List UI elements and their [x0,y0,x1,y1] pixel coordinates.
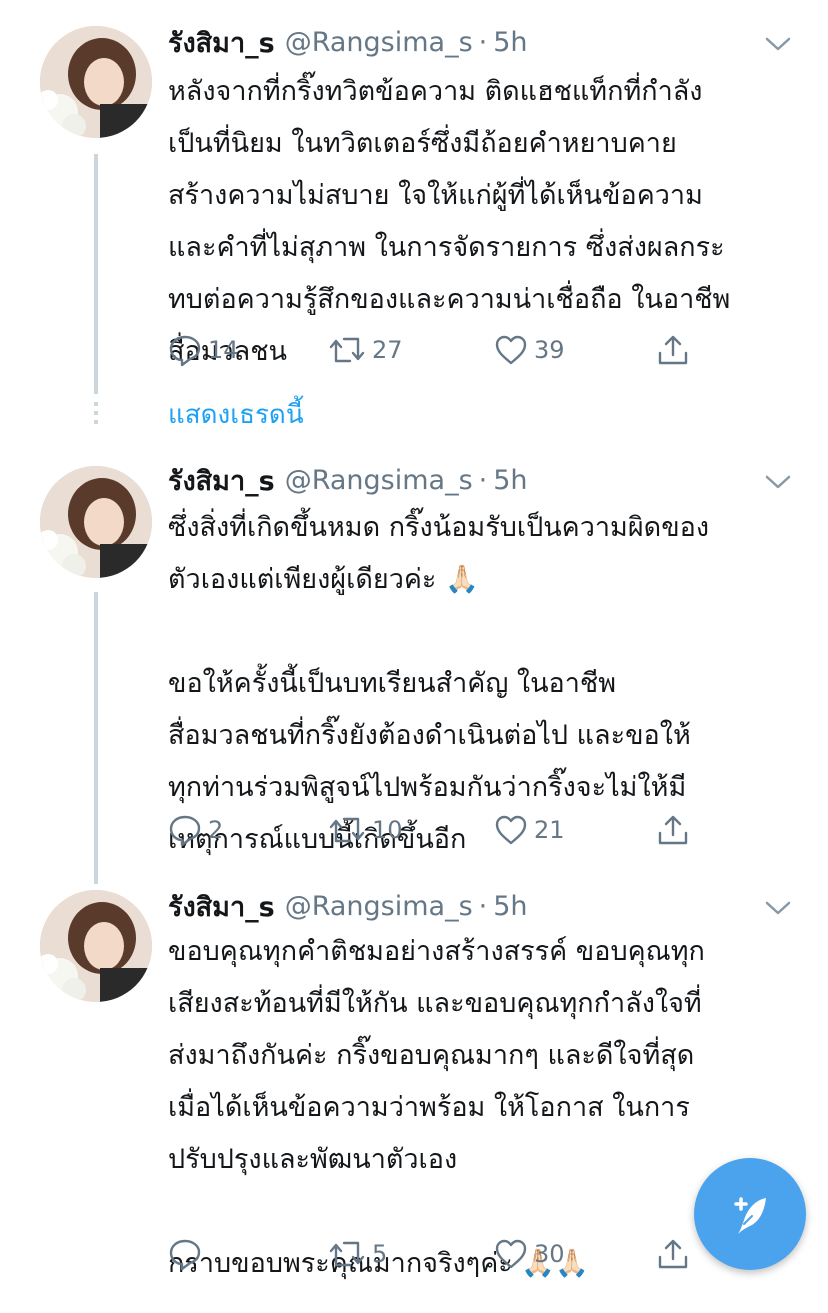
user-handle[interactable]: @Rangsima_s [285,891,473,922]
avatar[interactable] [40,890,152,1002]
share-button[interactable] [656,328,690,372]
reply-count: 14 [208,336,239,364]
like-button[interactable]: 30 [494,1232,565,1276]
tweet[interactable]: รังสิมา_s @Rangsima_s · 5h หลังจากที่กริ… [0,0,828,440]
avatar[interactable] [40,26,152,138]
separator-dot: · [478,26,488,58]
user-handle[interactable]: @Rangsima_s [285,465,473,496]
like-icon [495,1239,527,1269]
share-icon [658,335,688,365]
share-button[interactable] [656,808,690,852]
reply-button[interactable] [168,1232,208,1276]
reply-icon [169,1239,201,1271]
timestamp[interactable]: 5h [493,27,527,58]
retweet-count: 27 [372,336,403,364]
separator-dot: · [478,890,488,922]
like-count: 21 [534,816,565,844]
retweet-button[interactable]: 27 [328,328,403,372]
separator-dot: · [478,464,488,496]
retweet-icon [329,1241,365,1267]
compose-tweet-icon [734,1197,766,1234]
tweet-header: รังสิมา_s @Rangsima_s · 5h [168,886,528,926]
chevron-down-icon[interactable] [764,898,792,918]
tweet-actions: 2 10 21 [168,808,708,852]
share-icon [658,1239,688,1269]
reply-count: 2 [208,816,224,844]
tweet-header: รังสิมา_s @Rangsima_s · 5h [168,460,528,500]
like-button[interactable]: 21 [494,808,565,852]
timestamp[interactable]: 5h [493,891,527,922]
retweet-count: 10 [372,816,403,844]
reply-button[interactable]: 14 [168,328,239,372]
show-thread-link[interactable]: แสดงเธรดนี้ [168,394,304,435]
avatar[interactable] [40,466,152,578]
chevron-down-icon[interactable] [764,472,792,492]
timestamp[interactable]: 5h [493,465,527,496]
like-icon [495,335,527,365]
share-button[interactable] [656,1232,690,1276]
reply-icon [169,815,201,847]
retweet-icon [329,817,365,843]
like-count: 30 [534,1240,565,1268]
tweet[interactable]: รังสิมา_s @Rangsima_s · 5h ซึ่งสิ่งที่เก… [0,440,828,870]
reply-icon [169,335,201,367]
chevron-down-icon[interactable] [764,34,792,54]
user-handle[interactable]: @Rangsima_s [285,27,473,58]
compose-tweet-button[interactable] [694,1158,806,1270]
like-button[interactable]: 39 [494,328,565,372]
display-name[interactable]: รังสิมา_s [168,459,275,502]
retweet-count: 5 [372,1240,388,1268]
like-icon [495,815,527,845]
tweet-header: รังสิมา_s @Rangsima_s · 5h [168,22,528,62]
tweet-actions: 5 30 [168,1232,708,1276]
reply-button[interactable]: 2 [168,808,223,852]
display-name[interactable]: รังสิมา_s [168,885,275,928]
display-name[interactable]: รังสิมา_s [168,21,275,64]
retweet-icon [329,337,365,363]
share-icon [658,815,688,845]
tweet-actions: 14 27 39 [168,328,708,372]
retweet-button[interactable]: 5 [328,1232,387,1276]
retweet-button[interactable]: 10 [328,808,403,852]
like-count: 39 [534,336,565,364]
